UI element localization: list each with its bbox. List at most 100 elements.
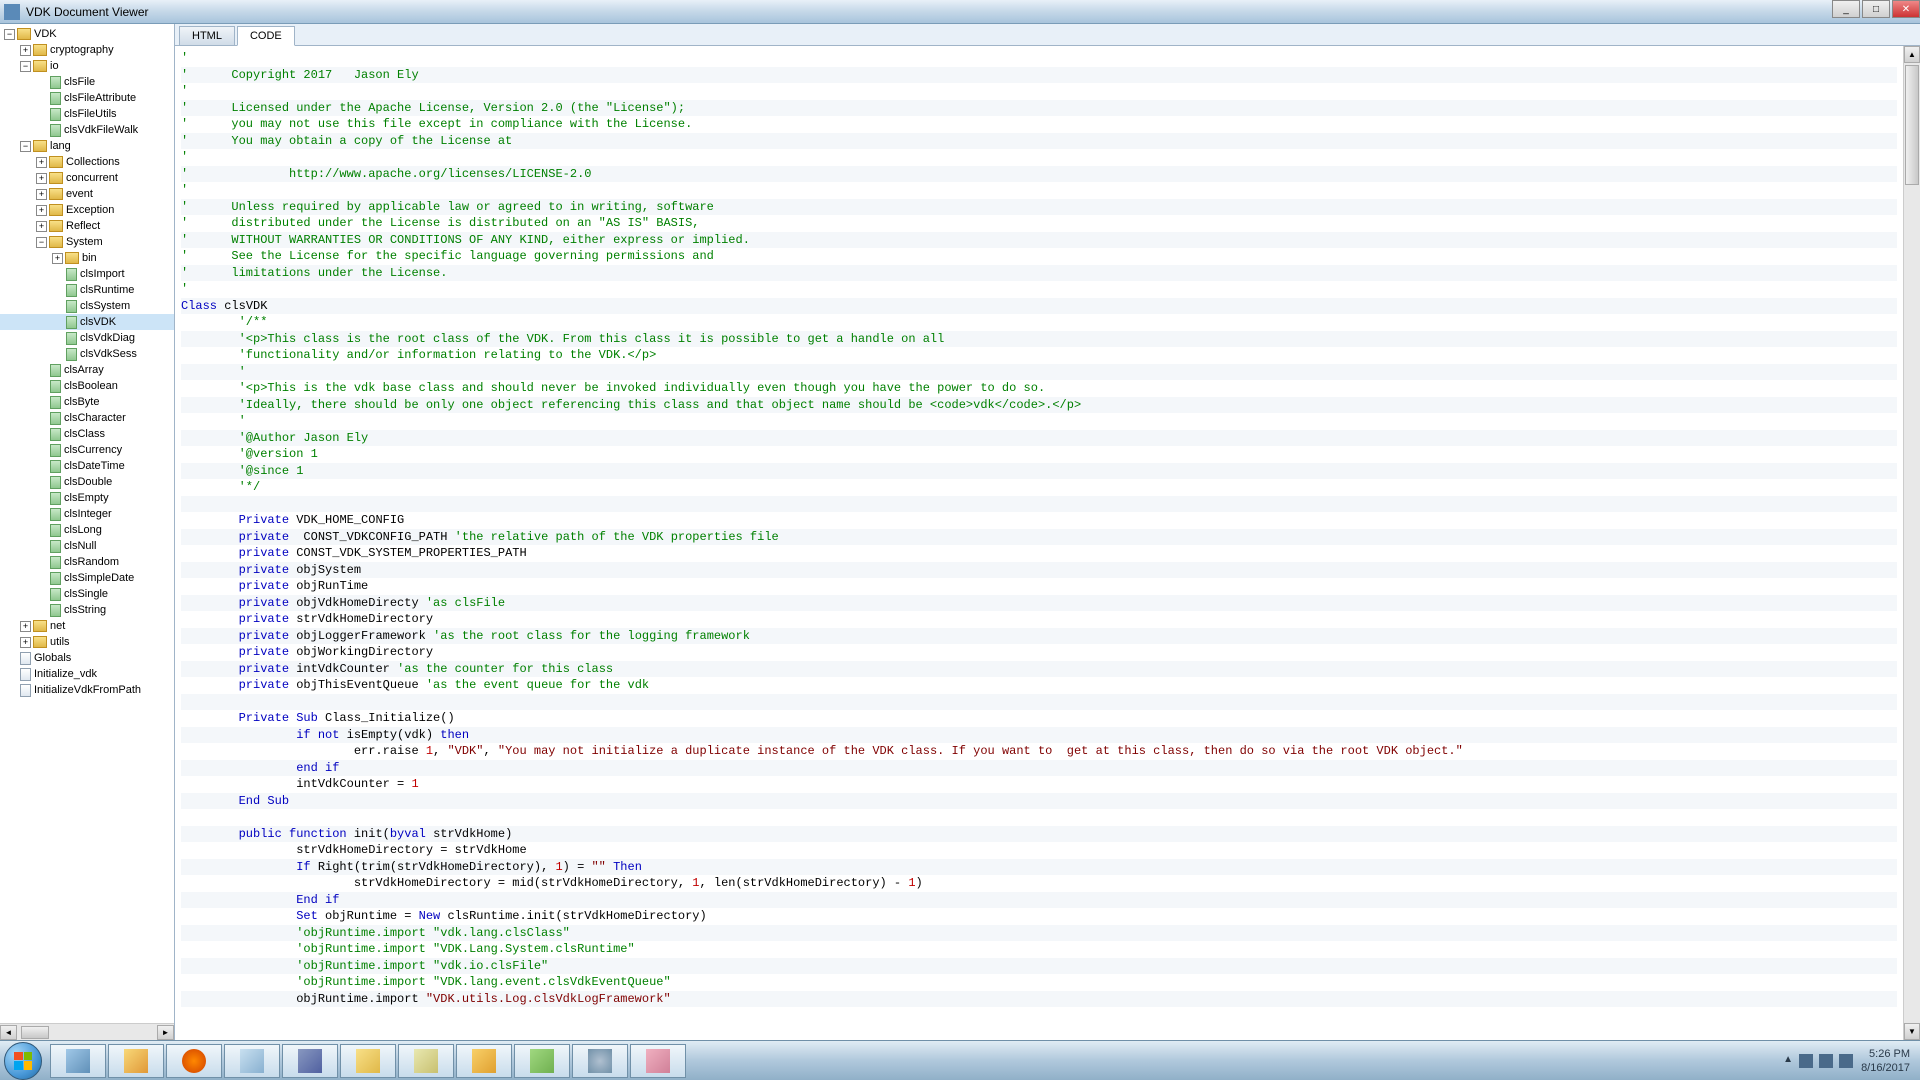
tree-node-cryptography[interactable]: +cryptography	[0, 42, 174, 58]
tray-network-icon[interactable]	[1819, 1054, 1833, 1068]
tree-node-clsinteger[interactable]: clsInteger	[0, 506, 174, 522]
tree-node-clsclass[interactable]: clsClass	[0, 426, 174, 442]
collapse-icon[interactable]: −	[20, 61, 31, 72]
tab-html[interactable]: HTML	[179, 26, 235, 45]
tree-node-clsfileutils[interactable]: clsFileUtils	[0, 106, 174, 122]
scroll-thumb[interactable]	[21, 1026, 49, 1039]
file-icon	[66, 284, 77, 297]
taskbar-app-vs[interactable]	[282, 1044, 338, 1078]
tray-clock[interactable]: 5:26 PM 8/16/2017	[1861, 1047, 1910, 1075]
scroll-down-icon[interactable]: ▼	[1904, 1023, 1920, 1040]
tray-icons[interactable]: ▲	[1783, 1054, 1853, 1068]
taskbar-app-winamp[interactable]	[108, 1044, 164, 1078]
tree-node-net[interactable]: + net	[0, 618, 174, 634]
taskbar-app-explorer[interactable]	[224, 1044, 280, 1078]
tree-node-clssystem[interactable]: clsSystem	[0, 298, 174, 314]
tree-node-exception[interactable]: +Exception	[0, 202, 174, 218]
taskbar-app-gear[interactable]	[572, 1044, 628, 1078]
tab-code[interactable]: CODE	[237, 26, 295, 46]
minimize-button[interactable]: _	[1832, 0, 1860, 18]
taskbar-app-chart[interactable]	[514, 1044, 570, 1078]
taskbar-app-remote[interactable]	[456, 1044, 512, 1078]
expand-icon[interactable]: +	[52, 253, 63, 264]
tree-node-concurrent[interactable]: +concurrent	[0, 170, 174, 186]
expand-icon[interactable]: +	[36, 221, 47, 232]
tree-node-utils[interactable]: +utils	[0, 634, 174, 650]
tree-node-bin[interactable]: + bin	[0, 250, 174, 266]
taskbar-app-firefox[interactable]	[166, 1044, 222, 1078]
tree-node-clsvdksess[interactable]: clsVdkSess	[0, 346, 174, 362]
tree-label: clsVdkFileWalk	[64, 122, 138, 138]
maximize-button[interactable]: □	[1862, 0, 1890, 18]
tree-label: bin	[82, 250, 97, 266]
tree-label: clsSimpleDate	[64, 570, 134, 586]
tree-node-clsdatetime[interactable]: clsDateTime	[0, 458, 174, 474]
tree-node-initialize-vdk[interactable]: Initialize_vdk	[0, 666, 174, 682]
expand-icon[interactable]: +	[20, 45, 31, 56]
tree-node-clsvdkfilewalk[interactable]: clsVdkFileWalk	[0, 122, 174, 138]
tree-hscrollbar[interactable]: ◄ ►	[0, 1023, 174, 1040]
tree-node-clsbyte[interactable]: clsByte	[0, 394, 174, 410]
taskbar-app-disk[interactable]	[398, 1044, 454, 1078]
tree-node-reflect[interactable]: +Reflect	[0, 218, 174, 234]
code-content[interactable]: '' Copyright 2017 Jason Ely'' Licensed u…	[175, 46, 1903, 1040]
tree-node-clsdouble[interactable]: clsDouble	[0, 474, 174, 490]
tree-node-clscurrency[interactable]: clsCurrency	[0, 442, 174, 458]
firefox-icon	[182, 1049, 206, 1073]
tree-label: net	[50, 618, 65, 634]
tree-node-clsrandom[interactable]: clsRandom	[0, 554, 174, 570]
tree-node-clsvdkdiag[interactable]: clsVdkDiag	[0, 330, 174, 346]
tree-node-lang[interactable]: −lang	[0, 138, 174, 154]
expand-icon[interactable]: +	[20, 637, 31, 648]
expand-icon[interactable]: +	[36, 173, 47, 184]
tree-node-clsfileattribute[interactable]: clsFileAttribute	[0, 90, 174, 106]
tree-label: clsEmpty	[64, 490, 109, 506]
tree-node-clsstring[interactable]: clsString	[0, 602, 174, 618]
scroll-up-icon[interactable]: ▲	[1904, 46, 1920, 63]
tree-node-clslong[interactable]: clsLong	[0, 522, 174, 538]
tree-node-clsvdk[interactable]: clsVDK	[0, 314, 174, 330]
tray-volume-icon[interactable]	[1839, 1054, 1853, 1068]
collapse-icon[interactable]: −	[4, 29, 15, 40]
tray-chevron-icon[interactable]: ▲	[1783, 1054, 1793, 1068]
tree-node-clsboolean[interactable]: clsBoolean	[0, 378, 174, 394]
taskbar-app-cube[interactable]	[50, 1044, 106, 1078]
scroll-left-icon[interactable]: ◄	[0, 1025, 17, 1040]
tree-node-system[interactable]: −System	[0, 234, 174, 250]
tree-node-clsnull[interactable]: clsNull	[0, 538, 174, 554]
vscrollbar[interactable]: ▲ ▼	[1903, 46, 1920, 1040]
tree-node-clssimpledate[interactable]: clsSimpleDate	[0, 570, 174, 586]
expand-icon[interactable]: +	[36, 205, 47, 216]
scroll-thumb[interactable]	[1905, 65, 1919, 185]
collapse-icon[interactable]: −	[36, 237, 47, 248]
tree-node-clsruntime[interactable]: clsRuntime	[0, 282, 174, 298]
taskbar-app-paint[interactable]	[630, 1044, 686, 1078]
tree-node-io[interactable]: −io	[0, 58, 174, 74]
tree-node-clssingle[interactable]: clsSingle	[0, 586, 174, 602]
tree-node-vdk[interactable]: −VDK	[0, 26, 174, 42]
tree-node-collections[interactable]: +Collections	[0, 154, 174, 170]
expand-icon[interactable]: +	[36, 157, 47, 168]
close-button[interactable]: ✕	[1892, 0, 1920, 18]
tray-flag-icon[interactable]	[1799, 1054, 1813, 1068]
tree-node-clscharacter[interactable]: clsCharacter	[0, 410, 174, 426]
code-area: '' Copyright 2017 Jason Ely'' Licensed u…	[175, 46, 1920, 1040]
expand-icon[interactable]: +	[20, 621, 31, 632]
collapse-icon[interactable]: −	[20, 141, 31, 152]
windows-icon	[14, 1052, 32, 1070]
expand-icon[interactable]: +	[36, 189, 47, 200]
disk-icon	[414, 1049, 438, 1073]
tree-node-clsarray[interactable]: clsArray	[0, 362, 174, 378]
tree-node-clsimport[interactable]: clsImport	[0, 266, 174, 282]
tree-node-initializevdkfrompath[interactable]: InitializeVdkFromPath	[0, 682, 174, 698]
tree-node-clsempty[interactable]: clsEmpty	[0, 490, 174, 506]
tree-node-globals[interactable]: Globals	[0, 650, 174, 666]
tree-node-clsfile[interactable]: clsFile	[0, 74, 174, 90]
scroll-track[interactable]	[1904, 63, 1920, 1023]
file-icon	[50, 108, 61, 121]
start-button[interactable]	[4, 1042, 42, 1080]
tree-node-event[interactable]: +event	[0, 186, 174, 202]
folder-icon	[33, 60, 47, 72]
scroll-right-icon[interactable]: ►	[157, 1025, 174, 1040]
taskbar-app-folder[interactable]	[340, 1044, 396, 1078]
